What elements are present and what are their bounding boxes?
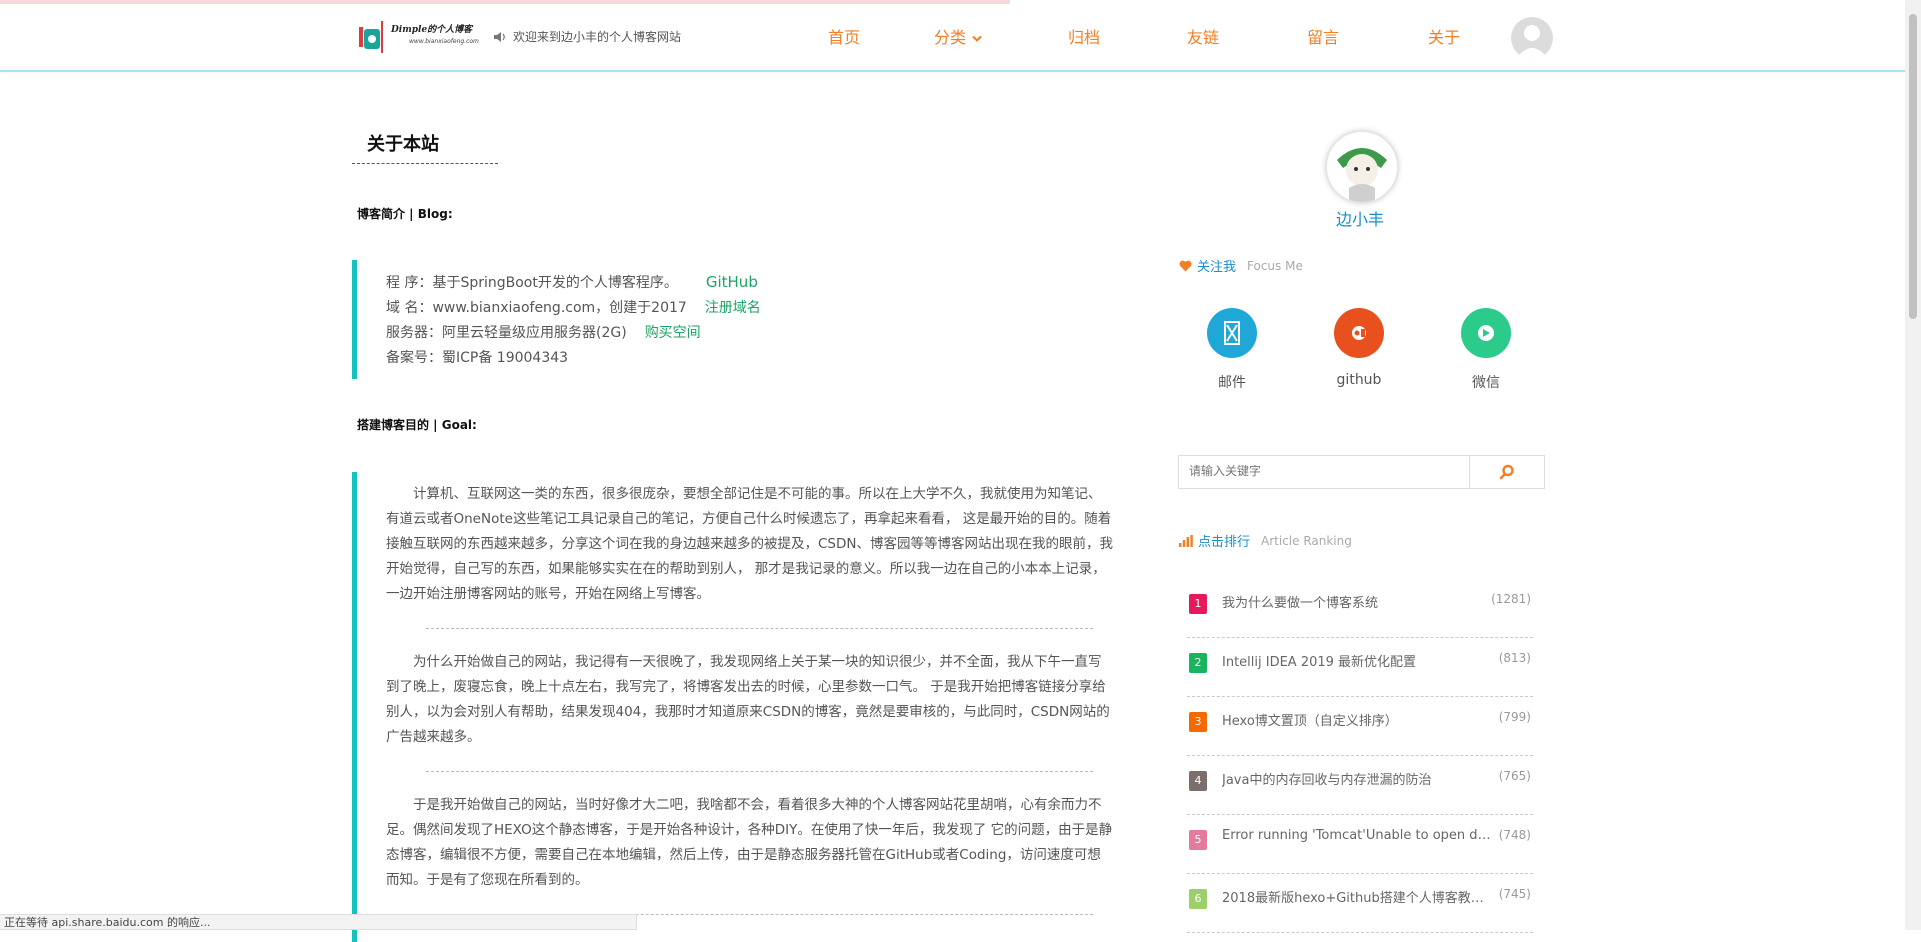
ranking-list: 1 我为什么要做一个博客系统 (1281) 2 Intellij IDEA 20… <box>1187 580 1533 934</box>
info-server-text: 服务器：阿里云轻量级应用服务器(2G) <box>386 325 627 341</box>
goal-section-title: 搭建博客目的 | Goal: <box>357 418 477 432</box>
speaker-icon <box>494 31 505 42</box>
logo-brand-text: Dimple的个人博客 <box>391 25 473 35</box>
scrollbar-thumb[interactable] <box>1909 14 1917 319</box>
rank-number: 5 <box>1189 830 1207 850</box>
rank-count: (1281) <box>1491 592 1531 606</box>
welcome-notice-text: 欢迎来到边小丰的个人博客网站 <box>513 30 682 44</box>
dashed-divider <box>426 771 1093 772</box>
user-avatar[interactable] <box>1511 17 1553 59</box>
email-icon[interactable] <box>1207 308 1257 358</box>
vertical-scrollbar[interactable] <box>1905 0 1921 930</box>
ranking-item[interactable]: 4 Java中的内存回收与内存泄漏的防治 (765) <box>1187 757 1533 815</box>
goal-paragraph: 为什么开始做自己的网站，我记得有一天很晚了，我发现网络上关于某一块的知识很少，并… <box>386 654 1110 745</box>
nav-category[interactable]: 分类 <box>934 24 982 48</box>
article-ranking-label: 点击排行 <box>1198 535 1251 550</box>
browser-status-bar: 正在等待 api.share.baidu.com 的响应... <box>0 914 637 930</box>
ranking-item[interactable]: 3 Hexo博文置顶（自定义排序） (799) <box>1187 698 1533 756</box>
search-input[interactable] <box>1179 456 1469 486</box>
rank-title[interactable]: 我为什么要做一个博客系统 <box>1222 592 1494 611</box>
profile-avatar[interactable] <box>1325 130 1399 204</box>
site-logo[interactable]: Dimple的个人博客 www.bianxiaofeng.com <box>357 16 479 58</box>
heart-icon <box>1179 260 1192 271</box>
article-ranking-subtitle: Article Ranking <box>1261 533 1352 548</box>
social-email-label: 邮件 <box>1218 375 1246 391</box>
ranking-item[interactable]: 2 Intellij IDEA 2019 最新优化配置 (813) <box>1187 639 1533 697</box>
focus-me-subtitle: Focus Me <box>1247 258 1303 273</box>
top-navbar: Dimple的个人博客 www.bianxiaofeng.com 欢迎来到边小丰… <box>0 4 1905 72</box>
goal-paragraph: 于是我开始做自己的网站，当时好像才大二吧，我啥都不会，看着很多大神的个人博客网站… <box>386 797 1113 888</box>
cartoon-avatar-icon <box>1337 148 1387 202</box>
info-domain: 域 名：www.bianxiaofeng.com，创建于2017 注册域名 <box>357 296 761 321</box>
focus-me-label: 关注我 <box>1197 260 1237 275</box>
rank-number: 6 <box>1189 889 1207 909</box>
rank-number: 1 <box>1189 594 1207 614</box>
social-github-label: github <box>1336 372 1382 388</box>
dashed-divider <box>426 628 1093 629</box>
rank-title[interactable]: Hexo博文置顶（自定义排序） <box>1222 710 1494 729</box>
info-program-text: 程 序：基于SpringBoot开发的个人博客程序。 <box>386 275 678 291</box>
wechat-glyph <box>1478 325 1494 341</box>
welcome-notice: 欢迎来到边小丰的个人博客网站 <box>493 28 681 45</box>
info-icp-text: 备案号：蜀ICP备 19004343 <box>386 350 569 366</box>
blog-section-title: 博客简介 | Blog: <box>357 207 453 221</box>
rank-count: (765) <box>1498 769 1531 783</box>
ranking-item[interactable]: 5 Error running 'Tomcat'Unable to open d… <box>1187 816 1533 874</box>
article-ranking-title: 点击排行 Article Ranking <box>1179 531 1352 550</box>
search-box <box>1178 455 1545 489</box>
nav-category-label: 分类 <box>934 28 967 47</box>
github-link[interactable]: GitHub <box>706 273 758 291</box>
ranking-item[interactable]: 1 我为什么要做一个博客系统 (1281) <box>1187 580 1533 638</box>
rank-title[interactable]: Error running 'Tomcat'Unable to open deb… <box>1222 828 1494 843</box>
search-button[interactable] <box>1469 456 1544 488</box>
rank-count: (799) <box>1498 710 1531 724</box>
info-server: 服务器：阿里云轻量级应用服务器(2G) 购买空间 <box>357 321 761 346</box>
social-email[interactable]: 邮件 <box>1197 308 1267 392</box>
rank-count: (748) <box>1498 828 1531 842</box>
github-glyph <box>1352 326 1366 340</box>
info-domain-text: 域 名：www.bianxiaofeng.com，创建于2017 <box>386 300 687 316</box>
nav-home[interactable]: 首页 <box>828 24 860 48</box>
social-github[interactable]: github <box>1324 308 1394 388</box>
nav-friend-links[interactable]: 友链 <box>1187 24 1219 48</box>
logo-lantern-icon <box>359 21 383 53</box>
rank-number: 4 <box>1189 771 1207 791</box>
profile-name[interactable]: 边小丰 <box>1336 206 1384 230</box>
github-icon[interactable] <box>1334 308 1384 358</box>
rank-title[interactable]: Java中的内存回收与内存泄漏的防治 <box>1222 769 1494 788</box>
rank-title[interactable]: Intellij IDEA 2019 最新优化配置 <box>1222 651 1494 670</box>
email-glyph <box>1224 321 1240 345</box>
buy-space-link[interactable]: 购买空间 <box>645 325 701 341</box>
user-silhouette-icon <box>1516 25 1548 59</box>
rank-count: (745) <box>1498 887 1531 901</box>
rank-title[interactable]: 2018最新版hexo+Github搭建个人博客教程及优化 <box>1222 887 1494 906</box>
wechat-icon[interactable] <box>1461 308 1511 358</box>
bar-chart-icon <box>1179 534 1193 547</box>
goal-paragraph: 计算机、互联网这一类的东西，很多很庞杂，要想全部记住是不可能的事。所以在上大学不… <box>386 486 1113 602</box>
goal-block: 计算机、互联网这一类的东西，很多很庞杂，要想全部记住是不可能的事。所以在上大学不… <box>352 472 1113 942</box>
register-domain-link[interactable]: 注册域名 <box>705 300 761 316</box>
social-wechat[interactable]: 微信 <box>1451 308 1521 392</box>
focus-me-title: 关注我 Focus Me <box>1179 256 1303 275</box>
info-program: 程 序：基于SpringBoot开发的个人博客程序。 GitHub <box>357 270 761 296</box>
info-icp: 备案号：蜀ICP备 19004343 <box>357 346 761 371</box>
rank-number: 3 <box>1189 712 1207 732</box>
nav-guestbook[interactable]: 留言 <box>1307 24 1339 48</box>
nav-about[interactable]: 关于 <box>1428 24 1460 48</box>
logo-site-url: www.bianxiaofeng.com <box>409 38 479 45</box>
search-icon <box>1499 464 1514 480</box>
nav-archive[interactable]: 归档 <box>1068 24 1100 48</box>
rank-number: 2 <box>1189 653 1207 673</box>
page-title: 关于本站 <box>352 130 498 164</box>
site-info-block: 程 序：基于SpringBoot开发的个人博客程序。 GitHub 域 名：www… <box>352 260 761 379</box>
rank-count: (813) <box>1498 651 1531 665</box>
ranking-item[interactable]: 6 2018最新版hexo+Github搭建个人博客教程及优化 (745) <box>1187 875 1533 933</box>
social-wechat-label: 微信 <box>1472 375 1500 391</box>
chevron-down-icon <box>972 35 982 42</box>
